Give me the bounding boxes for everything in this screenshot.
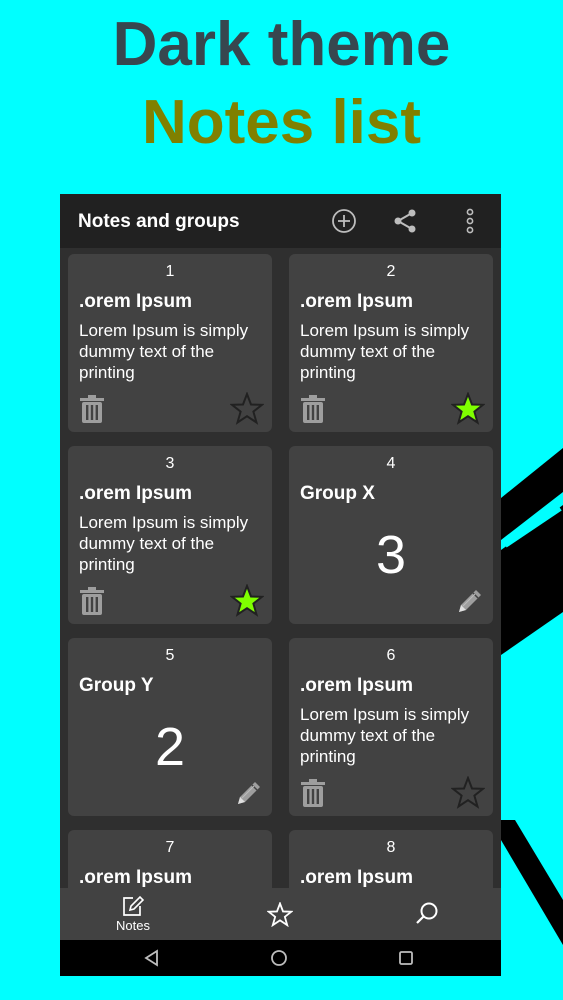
star-outline-icon[interactable] bbox=[230, 392, 264, 425]
nav-favorites[interactable] bbox=[230, 888, 330, 940]
system-recents-button[interactable] bbox=[394, 946, 418, 970]
more-vert-icon bbox=[466, 208, 474, 234]
star-filled-icon[interactable] bbox=[230, 584, 264, 617]
card-number: 4 bbox=[386, 455, 396, 472]
app-bar-title: Notes and groups bbox=[78, 211, 240, 232]
note-card[interactable]: 2 .orem Ipsum Lorem Ipsum is simply dumm… bbox=[289, 254, 493, 432]
group-title: Group Y bbox=[79, 675, 154, 696]
group-card[interactable]: 5 Group Y 2 bbox=[68, 638, 272, 816]
star-outline-icon[interactable] bbox=[451, 776, 485, 809]
edit-note-icon bbox=[123, 895, 145, 916]
add-circle-icon bbox=[332, 209, 356, 233]
note-card[interactable]: 3 .orem Ipsum Lorem Ipsum is simply dumm… bbox=[68, 446, 272, 624]
share-icon bbox=[394, 209, 416, 233]
system-back-button[interactable] bbox=[140, 946, 164, 970]
phone-screen: Notes and groups 1 .orem Ipsum Lorem Ips… bbox=[60, 194, 501, 976]
bottom-navigation: Notes bbox=[60, 888, 501, 940]
star-icon bbox=[267, 901, 293, 927]
card-number: 5 bbox=[165, 647, 175, 664]
card-number: 2 bbox=[386, 263, 396, 280]
note-card[interactable]: 6 .orem Ipsum Lorem Ipsum is simply dumm… bbox=[289, 638, 493, 816]
card-number: 1 bbox=[165, 263, 175, 280]
note-card[interactable]: 1 .orem Ipsum Lorem Ipsum is simply dumm… bbox=[68, 254, 272, 432]
add-button[interactable] bbox=[326, 203, 362, 239]
card-title: .orem Ipsum bbox=[79, 867, 192, 888]
group-title: Group X bbox=[300, 483, 375, 504]
group-card[interactable]: 4 Group X 3 bbox=[289, 446, 493, 624]
back-icon bbox=[144, 949, 158, 967]
card-title: .orem Ipsum bbox=[79, 483, 192, 504]
nav-notes-label: Notes bbox=[116, 918, 150, 933]
nav-search[interactable] bbox=[377, 888, 477, 940]
headline-dark-theme: Dark theme bbox=[112, 10, 451, 79]
card-number: 6 bbox=[386, 647, 396, 664]
trash-icon[interactable] bbox=[300, 778, 326, 808]
star-filled-icon[interactable] bbox=[451, 392, 485, 425]
trash-icon[interactable] bbox=[300, 394, 326, 424]
pencil-icon[interactable] bbox=[234, 778, 264, 808]
card-title: .orem Ipsum bbox=[79, 291, 192, 312]
more-options-button[interactable] bbox=[452, 203, 488, 239]
recents-icon bbox=[399, 951, 413, 965]
trash-icon[interactable] bbox=[79, 586, 105, 616]
group-count: 2 bbox=[154, 717, 186, 777]
share-button[interactable] bbox=[387, 203, 423, 239]
card-title: .orem Ipsum bbox=[300, 675, 413, 696]
headline-notes-list: Notes list bbox=[141, 88, 422, 157]
search-icon bbox=[416, 902, 438, 924]
trash-icon[interactable] bbox=[79, 394, 105, 424]
card-title: .orem Ipsum bbox=[300, 291, 413, 312]
card-body: Lorem Ipsum is simply dummy text of the … bbox=[300, 705, 470, 766]
card-number: 7 bbox=[165, 839, 175, 856]
system-home-button[interactable] bbox=[267, 946, 291, 970]
card-body: Lorem Ipsum is simply dummy text of the … bbox=[79, 321, 249, 382]
card-number: 8 bbox=[386, 839, 396, 856]
pencil-icon[interactable] bbox=[455, 586, 485, 616]
home-icon bbox=[271, 950, 287, 966]
group-count: 3 bbox=[375, 525, 407, 585]
card-body: Lorem Ipsum is simply dummy text of the … bbox=[79, 513, 249, 574]
nav-notes[interactable]: Notes bbox=[83, 888, 183, 940]
card-body: Lorem Ipsum is simply dummy text of the … bbox=[300, 321, 470, 382]
app-bar: Notes and groups bbox=[60, 194, 501, 248]
card-number: 3 bbox=[165, 455, 175, 472]
card-title: .orem Ipsum bbox=[300, 867, 413, 888]
system-navigation-bar bbox=[60, 940, 501, 976]
